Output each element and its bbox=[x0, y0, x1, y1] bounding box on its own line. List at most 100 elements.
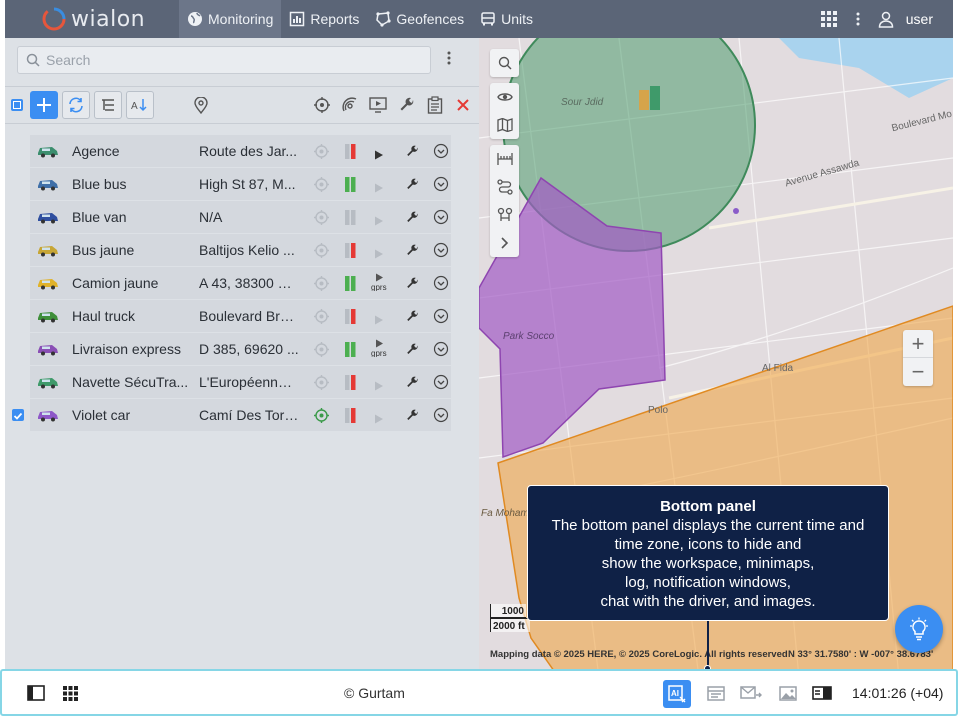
chevron-down-icon[interactable] bbox=[433, 143, 449, 162]
unit-row[interactable]: Agence Route des Jar... bbox=[30, 135, 451, 168]
zoom-in-button[interactable]: + bbox=[903, 330, 933, 358]
list-options-icon[interactable] bbox=[447, 51, 451, 65]
track-icon[interactable] bbox=[313, 176, 330, 196]
unit-row[interactable]: Camion jaune A 43, 38300 R... gprs bbox=[30, 267, 451, 300]
chevron-down-icon[interactable] bbox=[433, 308, 449, 327]
connection-column-header[interactable] bbox=[336, 91, 364, 119]
report-column-header[interactable] bbox=[421, 91, 449, 119]
unit-row[interactable]: Blue van N/A bbox=[30, 201, 451, 234]
unit-checkbox[interactable] bbox=[12, 244, 24, 256]
chevron-down-icon[interactable] bbox=[433, 275, 449, 294]
wrench-icon[interactable] bbox=[406, 277, 419, 293]
toggle-workspace-button[interactable] bbox=[23, 680, 49, 706]
wrench-icon[interactable] bbox=[406, 343, 419, 359]
toggle-notifications-button[interactable] bbox=[703, 680, 729, 706]
unit-address[interactable]: Route des Jar... bbox=[199, 143, 299, 159]
commands-column-header[interactable] bbox=[364, 91, 392, 119]
command-icon[interactable]: gprs bbox=[370, 273, 390, 294]
wrench-icon[interactable] bbox=[406, 376, 419, 392]
toggle-images-button[interactable] bbox=[775, 680, 801, 706]
command-icon[interactable]: gprs bbox=[370, 339, 390, 360]
wrench-icon[interactable] bbox=[406, 145, 419, 161]
command-icon[interactable] bbox=[374, 312, 384, 328]
tab-geofences[interactable]: Geofences bbox=[367, 0, 472, 38]
tab-monitoring[interactable]: Monitoring bbox=[179, 0, 282, 38]
unit-checkbox[interactable] bbox=[12, 211, 24, 223]
wrench-icon[interactable] bbox=[406, 178, 419, 194]
track-icon[interactable] bbox=[313, 308, 330, 328]
command-icon[interactable] bbox=[374, 213, 384, 229]
unit-address[interactable]: L'Européenne, ... bbox=[199, 374, 299, 390]
chevron-down-icon[interactable] bbox=[433, 407, 449, 426]
tab-reports[interactable]: Reports bbox=[281, 0, 367, 38]
wrench-icon[interactable] bbox=[406, 211, 419, 227]
unit-address[interactable]: A 43, 38300 R... bbox=[199, 275, 299, 291]
routing-button[interactable] bbox=[490, 173, 519, 201]
track-icon[interactable] bbox=[313, 209, 330, 229]
track-icon[interactable] bbox=[313, 275, 330, 295]
toggle-minimaps-button[interactable] bbox=[57, 680, 83, 706]
unit-address[interactable]: Camí Des Torr... bbox=[199, 407, 299, 423]
select-all-checkbox[interactable] bbox=[9, 91, 25, 119]
remove-units-button[interactable] bbox=[449, 91, 477, 119]
unit-row[interactable]: Livraison express D 385, 69620 ... gprs bbox=[30, 333, 451, 366]
add-units-button[interactable] bbox=[30, 91, 58, 119]
address-column-header[interactable] bbox=[187, 91, 215, 119]
track-column-header[interactable] bbox=[308, 91, 336, 119]
chevron-down-icon[interactable] bbox=[433, 242, 449, 261]
apps-grid-icon[interactable] bbox=[820, 10, 838, 28]
unit-checkbox[interactable] bbox=[12, 409, 24, 421]
unit-row[interactable]: Blue bus High St 87, M... bbox=[30, 168, 451, 201]
user-menu[interactable]: user bbox=[878, 11, 933, 28]
chevron-down-icon[interactable] bbox=[433, 341, 449, 360]
unit-address[interactable]: N/A bbox=[199, 209, 299, 225]
unit-checkbox[interactable] bbox=[12, 178, 24, 190]
toggle-log-button[interactable]: AI bbox=[663, 680, 691, 708]
chevron-down-icon[interactable] bbox=[433, 209, 449, 228]
toggle-chat-button[interactable] bbox=[738, 680, 764, 706]
wrench-icon[interactable] bbox=[406, 310, 419, 326]
command-icon[interactable] bbox=[374, 246, 384, 262]
wrench-icon[interactable] bbox=[406, 244, 419, 260]
tab-units[interactable]: Units bbox=[472, 0, 541, 38]
command-icon[interactable] bbox=[374, 411, 384, 427]
command-icon[interactable] bbox=[374, 147, 384, 163]
map-layers-button[interactable] bbox=[490, 111, 519, 139]
wialon-logo[interactable]: wialon bbox=[5, 0, 179, 38]
unit-checkbox[interactable] bbox=[12, 376, 24, 388]
track-icon[interactable] bbox=[313, 341, 330, 361]
chevron-down-icon[interactable] bbox=[433, 176, 449, 195]
track-icon[interactable] bbox=[313, 374, 330, 394]
unit-address[interactable]: Boulevard Bra... bbox=[199, 308, 299, 324]
search-input[interactable]: Search bbox=[17, 46, 431, 74]
command-icon[interactable] bbox=[374, 180, 384, 196]
more-menu-icon[interactable] bbox=[856, 12, 860, 26]
map-search-button[interactable] bbox=[490, 49, 519, 77]
unit-address[interactable]: D 385, 69620 ... bbox=[199, 341, 299, 357]
unit-row[interactable]: Bus jaune Baltijos Kelio ... bbox=[30, 234, 451, 267]
track-icon[interactable] bbox=[313, 143, 330, 163]
unit-row[interactable]: Navette SécuTra... L'Européenne, ... bbox=[30, 366, 451, 399]
unit-checkbox[interactable] bbox=[12, 343, 24, 355]
unit-row[interactable]: Haul truck Boulevard Bra... bbox=[30, 300, 451, 333]
locator-button[interactable] bbox=[490, 201, 519, 229]
refresh-button[interactable] bbox=[62, 91, 90, 119]
toggle-split-view-button[interactable] bbox=[809, 680, 835, 706]
zoom-out-button[interactable]: − bbox=[903, 358, 933, 386]
tips-button[interactable] bbox=[895, 605, 943, 653]
unit-checkbox[interactable] bbox=[12, 310, 24, 322]
map-visibility-button[interactable] bbox=[490, 83, 519, 111]
chevron-down-icon[interactable] bbox=[433, 374, 449, 393]
expand-tools-button[interactable] bbox=[490, 229, 519, 257]
group-view-button[interactable] bbox=[94, 91, 122, 119]
unit-row[interactable]: Violet car Camí Des Torr... bbox=[12, 399, 451, 432]
sort-button[interactable]: A bbox=[126, 91, 154, 119]
track-icon[interactable] bbox=[313, 242, 330, 262]
properties-column-header[interactable] bbox=[393, 91, 421, 119]
unit-checkbox[interactable] bbox=[12, 145, 24, 157]
command-icon[interactable] bbox=[374, 378, 384, 394]
unit-address[interactable]: Baltijos Kelio ... bbox=[199, 242, 299, 258]
wrench-icon[interactable] bbox=[406, 409, 419, 425]
unit-address[interactable]: High St 87, M... bbox=[199, 176, 299, 192]
unit-checkbox[interactable] bbox=[12, 277, 24, 289]
